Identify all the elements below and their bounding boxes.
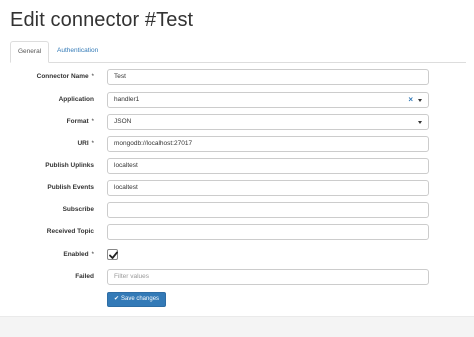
checkmark-icon — [109, 251, 118, 259]
page-footer — [0, 316, 474, 337]
save-button[interactable]: ✔ Save changes — [107, 292, 166, 307]
format-select[interactable]: JSON — [107, 114, 429, 130]
publish-uplinks-label: Publish Uplinks — [45, 162, 94, 169]
uri-row: URI * mongodb://localhost:27017 — [0, 136, 474, 152]
failed-filter-input[interactable]: Filter values — [107, 269, 429, 285]
received-topic-input[interactable] — [107, 224, 429, 240]
format-row: Format * JSON — [0, 114, 474, 130]
publish-events-row: Publish Events localtest — [0, 180, 474, 196]
publish-events-label: Publish Events — [47, 184, 94, 191]
uri-input[interactable]: mongodb://localhost:27017 — [107, 136, 429, 152]
chevron-down-icon[interactable] — [418, 121, 422, 124]
clear-icon[interactable]: × — [408, 93, 413, 107]
connector-name-input[interactable]: Test — [107, 69, 429, 85]
subscribe-label: Subscribe — [62, 206, 94, 213]
uri-label: URI * — [77, 140, 94, 147]
enabled-row: Enabled * — [0, 247, 474, 263]
publish-uplinks-input[interactable]: localtest — [107, 158, 429, 174]
publish-uplinks-row: Publish Uplinks localtest — [0, 158, 474, 174]
publish-events-input[interactable]: localtest — [107, 180, 429, 196]
page-title: Edit connector #Test — [10, 9, 194, 31]
subscribe-input[interactable] — [107, 202, 429, 218]
connector-name-row: Connector Name * Test — [0, 69, 474, 85]
tab-general[interactable]: General — [10, 41, 50, 63]
subscribe-row: Subscribe — [0, 202, 474, 218]
application-select[interactable]: handler1 × — [107, 92, 429, 108]
received-topic-label: Received Topic — [46, 228, 94, 235]
format-label: Format * — [66, 118, 94, 125]
application-row: Application handler1 × — [0, 92, 474, 108]
connector-name-label: Connector Name * — [36, 73, 94, 80]
failed-label: Failed — [75, 273, 94, 280]
received-topic-row: Received Topic — [0, 224, 474, 240]
save-button-label: Save changes — [121, 296, 160, 302]
format-selected-value: JSON — [114, 118, 132, 125]
tab-authentication[interactable]: Authentication — [50, 41, 105, 61]
chevron-down-icon[interactable] — [418, 99, 422, 102]
check-icon: ✔ — [113, 296, 119, 302]
failed-row: Failed Filter values — [0, 269, 474, 285]
application-selected-value: handler1 — [114, 96, 140, 103]
enabled-checkbox[interactable] — [107, 249, 118, 260]
enabled-label: Enabled * — [63, 251, 94, 258]
tab-bar: General Authentication — [10, 41, 466, 63]
application-label: Application — [58, 96, 94, 103]
